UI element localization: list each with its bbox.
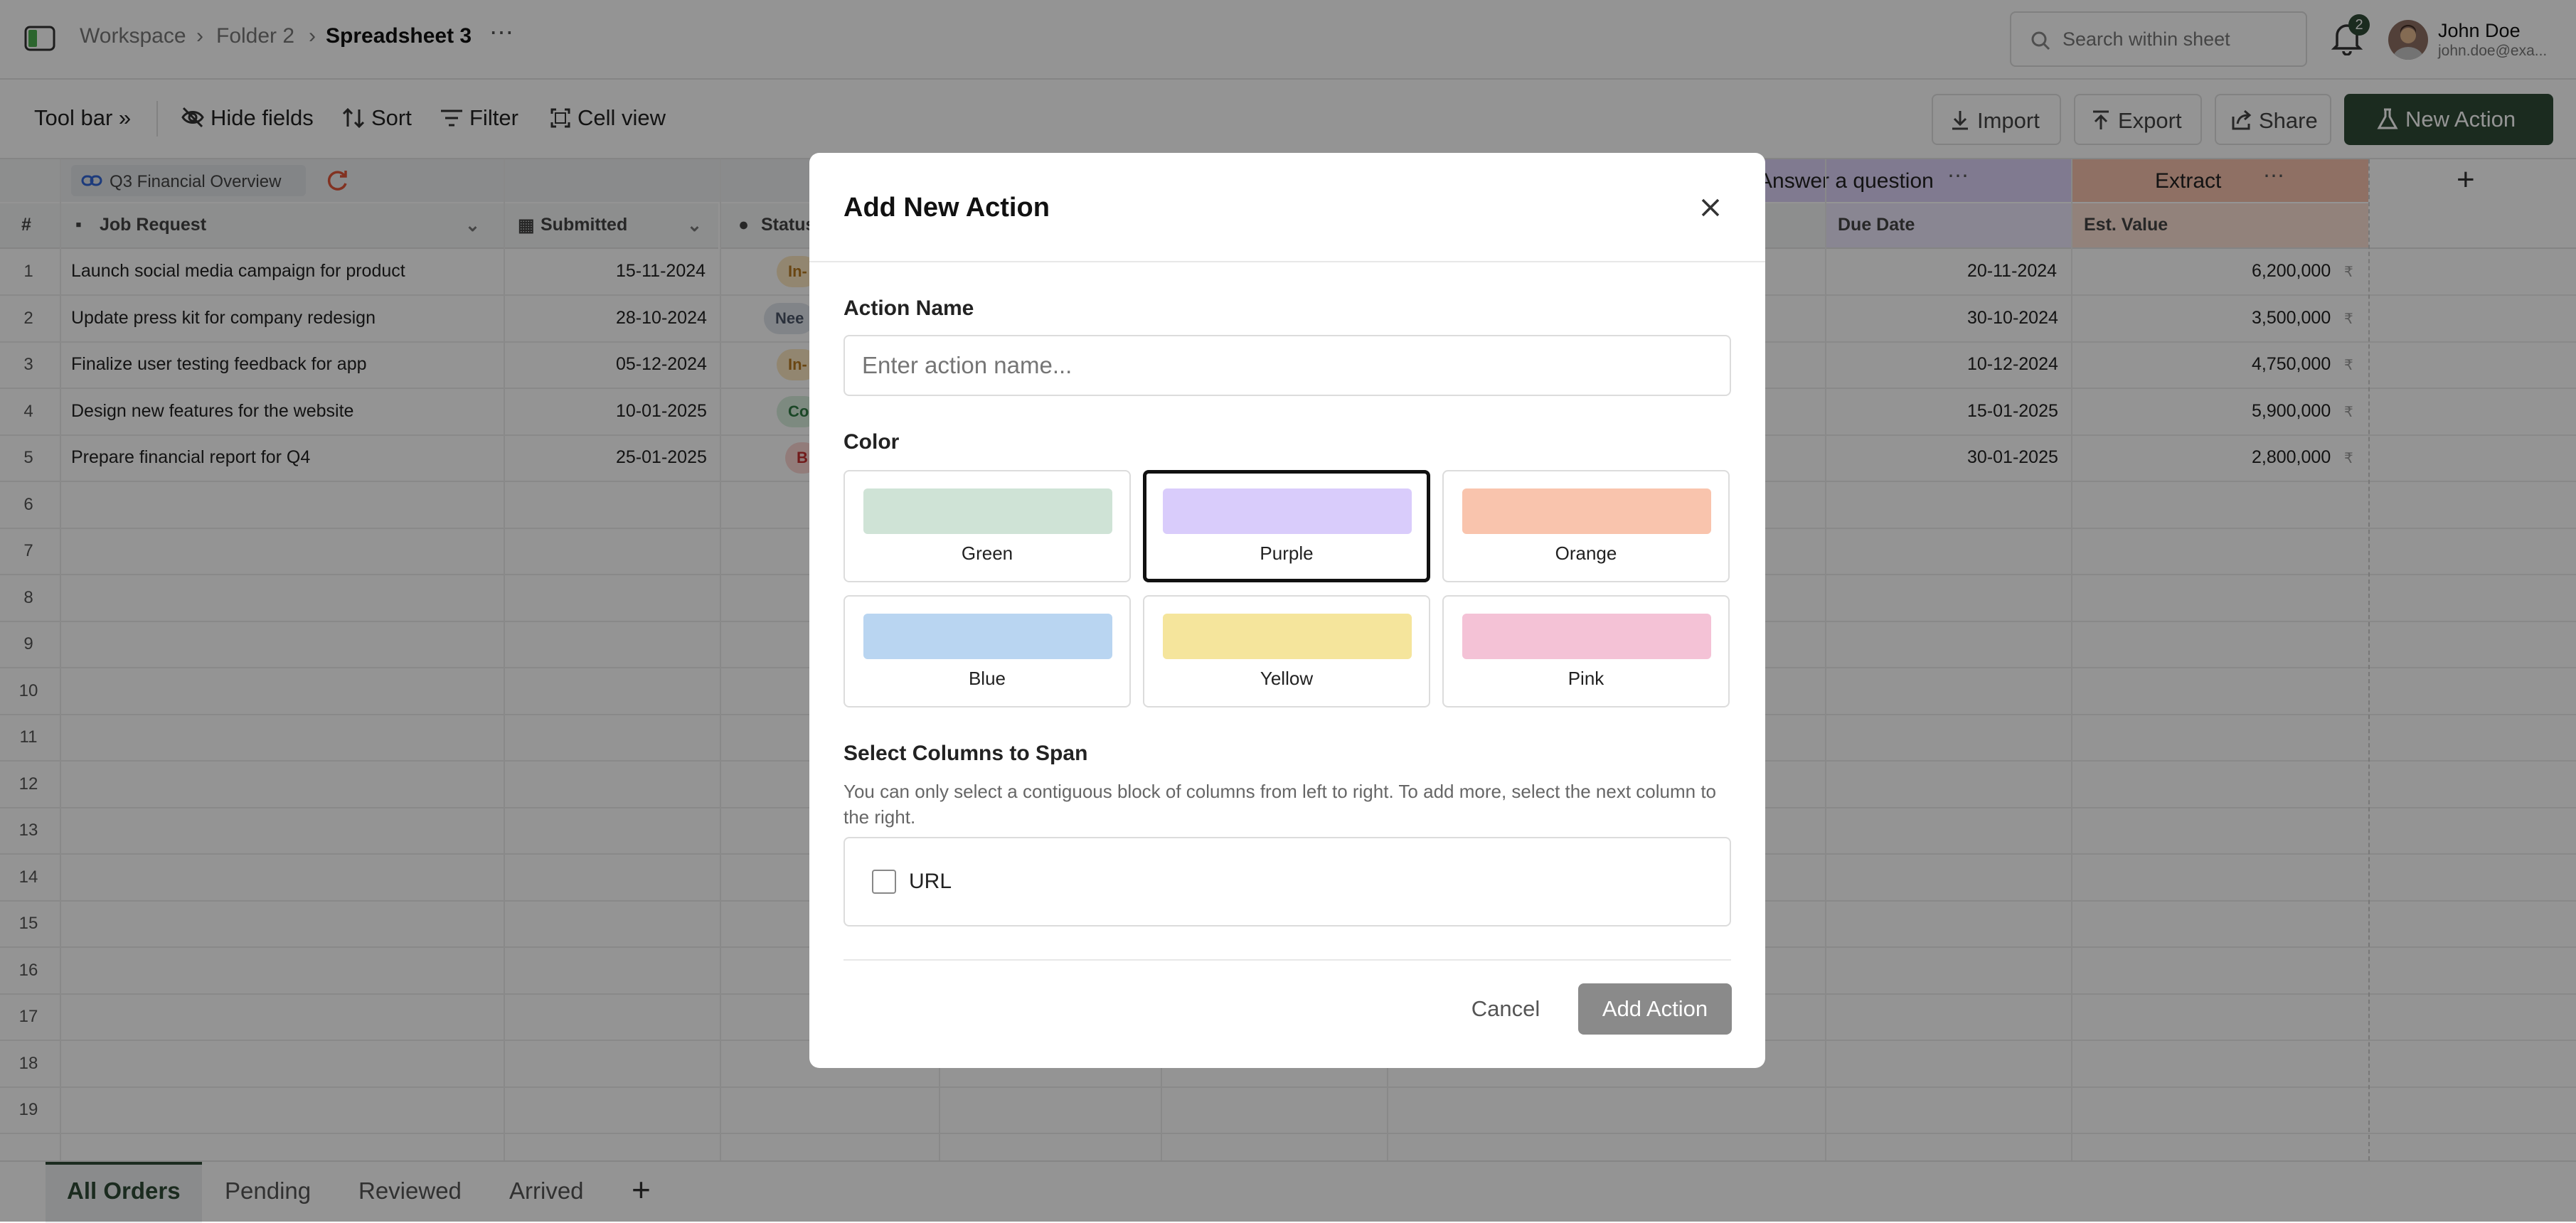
color-option-green[interactable]: Green: [843, 470, 1131, 582]
color-swatch: [1462, 614, 1711, 659]
add-action-dialog: Add New Action Action Name Color Green Pu…: [809, 153, 1765, 1068]
dialog-divider: [809, 261, 1765, 262]
color-name: Purple: [1260, 543, 1314, 564]
columns-span-label: Select Columns to Span: [843, 742, 1088, 765]
dialog-footer-divider: [843, 959, 1731, 961]
color-swatch: [863, 488, 1112, 534]
color-label: Color: [843, 430, 900, 454]
color-option-blue[interactable]: Blue: [843, 595, 1131, 707]
color-name: Yellow: [1260, 668, 1314, 689]
url-checkbox[interactable]: [872, 870, 896, 894]
color-option-yellow[interactable]: Yellow: [1143, 595, 1430, 707]
color-option-pink[interactable]: Pink: [1442, 595, 1730, 707]
close-icon[interactable]: [1700, 197, 1721, 218]
cancel-button[interactable]: Cancel: [1459, 983, 1552, 1035]
color-swatch: [1163, 488, 1412, 534]
color-option-orange[interactable]: Orange: [1442, 470, 1730, 582]
color-name: Orange: [1555, 543, 1617, 564]
columns-span-help: You can only select a contiguous block o…: [843, 781, 1717, 828]
color-name: Green: [961, 543, 1013, 564]
color-swatch: [1163, 614, 1412, 659]
url-checkbox-label[interactable]: URL: [909, 870, 952, 894]
dialog-title: Add New Action: [843, 193, 1050, 223]
color-name: Pink: [1568, 668, 1604, 689]
action-name-input[interactable]: [843, 335, 1731, 396]
column-options-box: URL: [843, 837, 1731, 926]
action-name-label: Action Name: [843, 297, 974, 320]
add-action-button[interactable]: Add Action: [1578, 983, 1732, 1035]
color-swatch: [863, 614, 1112, 659]
color-swatch: [1462, 488, 1711, 534]
color-name: Blue: [968, 668, 1006, 689]
color-option-purple[interactable]: Purple: [1143, 470, 1430, 582]
